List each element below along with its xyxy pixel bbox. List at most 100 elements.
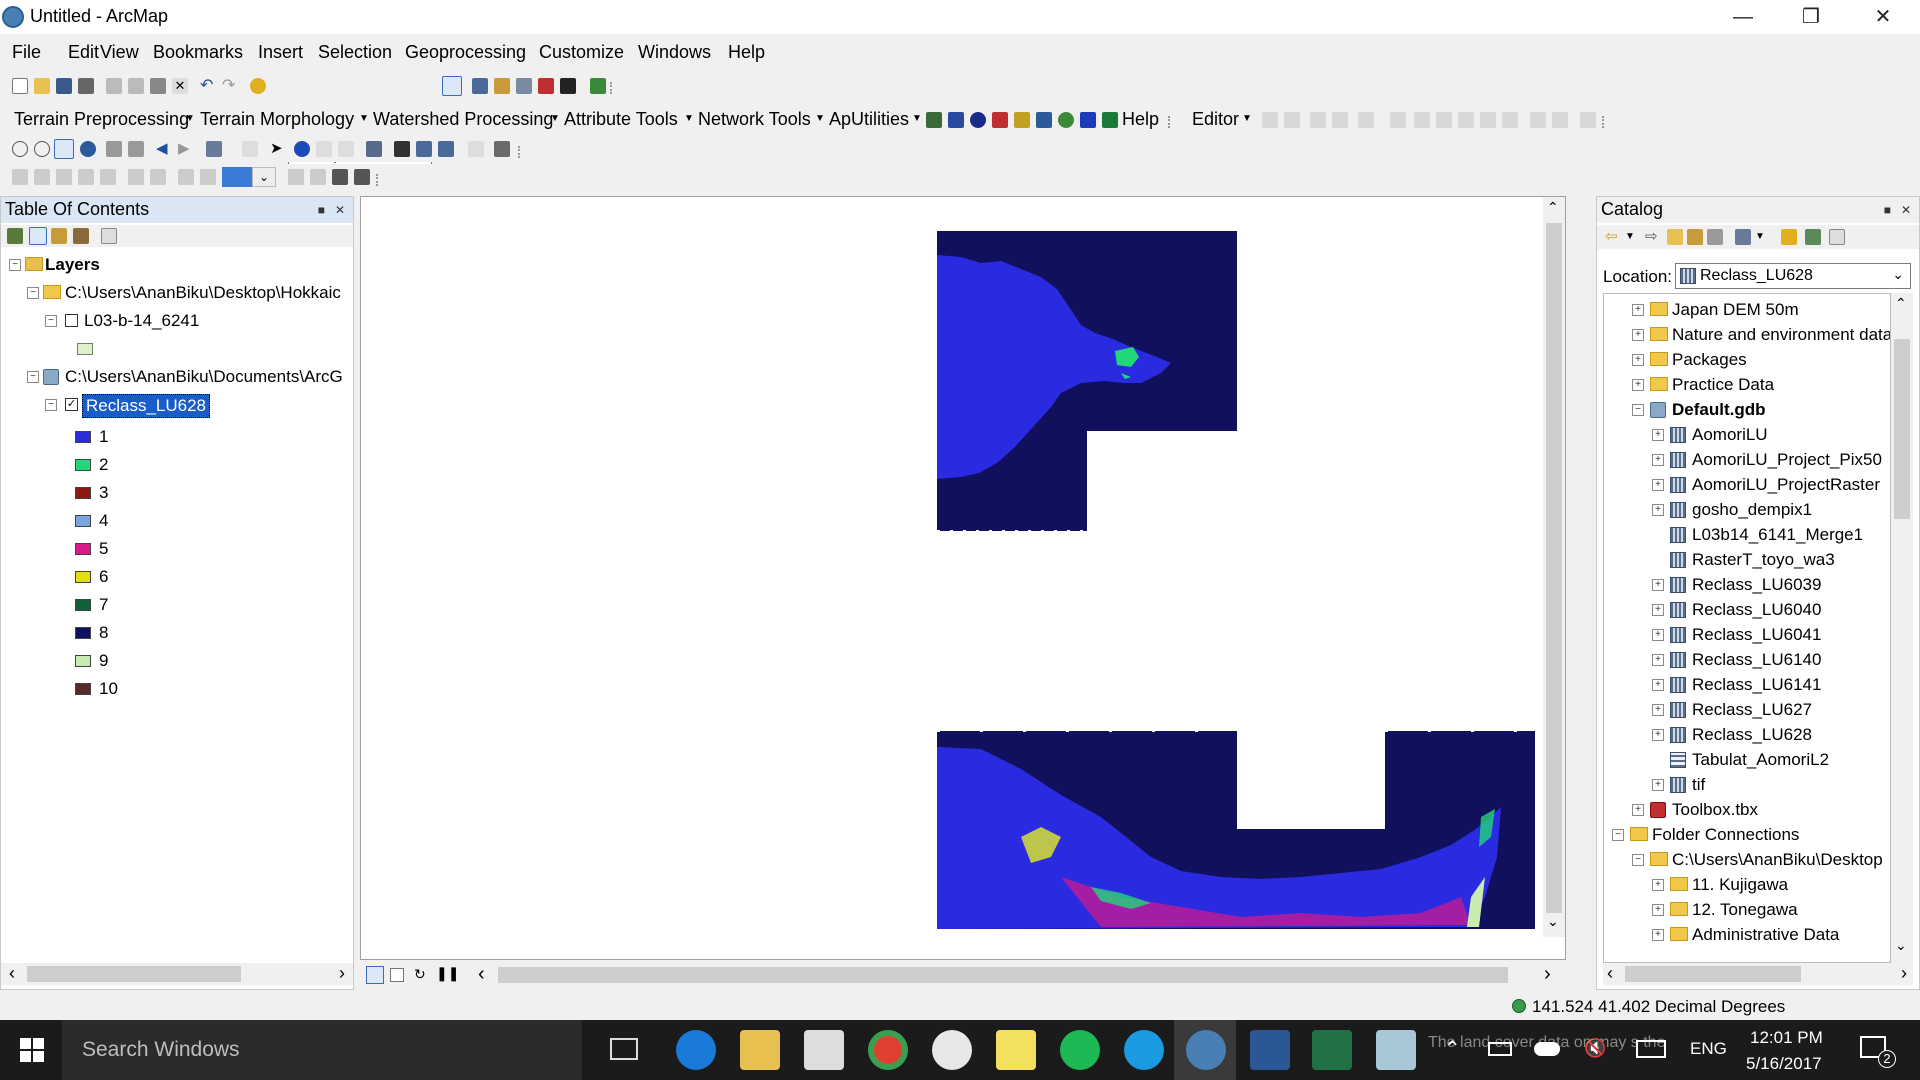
- cut-polygons-icon[interactable]: [1458, 112, 1474, 128]
- collapse-icon[interactable]: −: [45, 399, 57, 411]
- up-one-level-icon[interactable]: [1667, 229, 1683, 245]
- toolbar-grip[interactable]: [1602, 116, 1608, 128]
- excel-icon[interactable]: [1312, 1030, 1352, 1070]
- location-combo[interactable]: Reclass_LU628 ⌄: [1675, 263, 1911, 289]
- task-view-icon[interactable]: [610, 1038, 638, 1060]
- scroll-up-icon[interactable]: ⌃: [1547, 199, 1559, 216]
- scroll-right-icon[interactable]: ›: [1544, 963, 1551, 986]
- scroll-left-icon[interactable]: ‹: [1607, 963, 1613, 984]
- new-document-icon[interactable]: [12, 78, 28, 94]
- catalog-item[interactable]: + Reclass_LU6040: [1604, 598, 1890, 623]
- legend-swatch[interactable]: [75, 431, 91, 443]
- expand-icon[interactable]: +: [1652, 929, 1664, 941]
- catalog-item[interactable]: Tabulat_AomoriL2: [1604, 748, 1890, 773]
- back-icon[interactable]: ⇦: [1605, 229, 1621, 245]
- undo-icon[interactable]: ↶: [200, 78, 216, 94]
- toolbar-grip[interactable]: [376, 174, 382, 186]
- fixed-zoom-out-layout-icon[interactable]: [150, 169, 166, 185]
- catalog-item[interactable]: + Japan DEM 50m: [1604, 298, 1890, 323]
- menu-bookmarks[interactable]: Bookmarks: [153, 42, 243, 63]
- battery-icon[interactable]: [1488, 1042, 1512, 1056]
- catalog-item[interactable]: + Reclass_LU6041: [1604, 623, 1890, 648]
- catalog-item[interactable]: + tif: [1604, 773, 1890, 798]
- go-to-xy-icon[interactable]: [438, 141, 454, 157]
- expand-icon[interactable]: +: [1652, 779, 1664, 791]
- copy-icon[interactable]: [128, 78, 144, 94]
- catalog-item[interactable]: + Reclass_LU6141: [1604, 673, 1890, 698]
- collapse-icon[interactable]: −: [27, 287, 39, 299]
- full-extent-icon[interactable]: [80, 141, 96, 157]
- layer-symbol-swatch[interactable]: [77, 343, 93, 355]
- delete-icon[interactable]: ✕: [172, 78, 188, 94]
- options-icon[interactable]: [1829, 229, 1845, 245]
- toc-source-folder-1[interactable]: C:\Users\AnanBiku\Desktop\Hokkaic: [65, 283, 341, 303]
- zoom-out-icon[interactable]: [34, 141, 50, 157]
- collapse-icon[interactable]: −: [1632, 404, 1644, 416]
- chrome-icon[interactable]: [868, 1030, 908, 1070]
- pause-drawing-icon[interactable]: ❚❚: [436, 965, 459, 982]
- scroll-right-icon[interactable]: ›: [1901, 963, 1907, 984]
- open-icon[interactable]: [34, 78, 50, 94]
- catalog-item[interactable]: − C:\Users\AnanBiku\Desktop: [1604, 848, 1890, 873]
- modelbuilder-icon[interactable]: [590, 78, 606, 94]
- toc-window-icon[interactable]: [472, 78, 488, 94]
- catalog-item[interactable]: + AomoriLU_ProjectRaster: [1604, 473, 1890, 498]
- taskbar-search-box[interactable]: Search Windows: [62, 1020, 582, 1080]
- previous-extent-layout-icon[interactable]: [178, 169, 194, 185]
- menu-aputilities[interactable]: ApUtilities: [829, 109, 909, 130]
- skype-icon[interactable]: [1124, 1030, 1164, 1070]
- menu-view[interactable]: View: [100, 42, 139, 63]
- arccatalog-icon[interactable]: [1376, 1030, 1416, 1070]
- options-icon[interactable]: [101, 228, 117, 244]
- catalog-item[interactable]: + AomoriLU_Project_Pix50: [1604, 448, 1890, 473]
- menu-file[interactable]: File: [12, 42, 41, 63]
- menu-help[interactable]: Help: [728, 42, 765, 63]
- collapse-icon[interactable]: −: [27, 371, 39, 383]
- expand-icon[interactable]: +: [1632, 379, 1644, 391]
- layers-dataframe[interactable]: Layers: [45, 255, 100, 275]
- edge-icon[interactable]: [676, 1030, 716, 1070]
- editor-toolbar-icon[interactable]: [442, 76, 462, 96]
- identify-icon[interactable]: [294, 141, 310, 157]
- attributes-icon[interactable]: [1530, 112, 1546, 128]
- flow-path-icon[interactable]: [926, 112, 942, 128]
- new-folder-icon[interactable]: [1781, 229, 1797, 245]
- flag-icon[interactable]: [1080, 112, 1096, 128]
- edit-tool-icon[interactable]: [1262, 112, 1278, 128]
- search-window-icon[interactable]: [516, 78, 532, 94]
- expand-icon[interactable]: +: [1632, 354, 1644, 366]
- catalog-item[interactable]: + Reclass_LU6039: [1604, 573, 1890, 598]
- chevron-down-icon[interactable]: ⌄: [252, 167, 276, 187]
- time-slider-icon[interactable]: [468, 141, 484, 157]
- store-icon[interactable]: [804, 1030, 844, 1070]
- scrollbar-thumb[interactable]: [1546, 223, 1562, 913]
- layout-view-icon[interactable]: [390, 968, 404, 982]
- collapse-icon[interactable]: −: [1632, 854, 1644, 866]
- legend-swatch[interactable]: [75, 515, 91, 527]
- legend-swatch[interactable]: [75, 571, 91, 583]
- catalog-item[interactable]: − Folder Connections: [1604, 823, 1890, 848]
- point-icon[interactable]: [1390, 112, 1406, 128]
- scrollbar-thumb[interactable]: [27, 966, 241, 982]
- scroll-left-icon[interactable]: ‹: [478, 963, 485, 986]
- rotate-icon[interactable]: [1502, 112, 1518, 128]
- layout-zoom-out-icon[interactable]: [34, 169, 50, 185]
- next-extent-layout-icon[interactable]: [200, 169, 216, 185]
- viewer-window-icon[interactable]: [494, 141, 510, 157]
- data-driven-pages-icon[interactable]: [354, 169, 370, 185]
- paste-icon[interactable]: [150, 78, 166, 94]
- find-icon[interactable]: [394, 141, 410, 157]
- paint-icon[interactable]: [932, 1030, 972, 1070]
- windows-start-icon[interactable]: [20, 1038, 44, 1062]
- legend-swatch[interactable]: [75, 543, 91, 555]
- collapse-icon[interactable]: −: [45, 315, 57, 327]
- toc-horizontal-scrollbar[interactable]: ‹ ›: [1, 963, 353, 985]
- catalog-item[interactable]: + Reclass_LU6140: [1604, 648, 1890, 673]
- catalog-item[interactable]: + Reclass_LU628: [1604, 723, 1890, 748]
- zoom-100-icon[interactable]: [100, 169, 116, 185]
- menu-geoprocessing[interactable]: Geoprocessing: [405, 42, 526, 63]
- legend-swatch[interactable]: [75, 655, 91, 667]
- expand-icon[interactable]: +: [1652, 904, 1664, 916]
- menu-windows[interactable]: Windows: [638, 42, 711, 63]
- forward-icon[interactable]: ⇨: [1645, 229, 1661, 245]
